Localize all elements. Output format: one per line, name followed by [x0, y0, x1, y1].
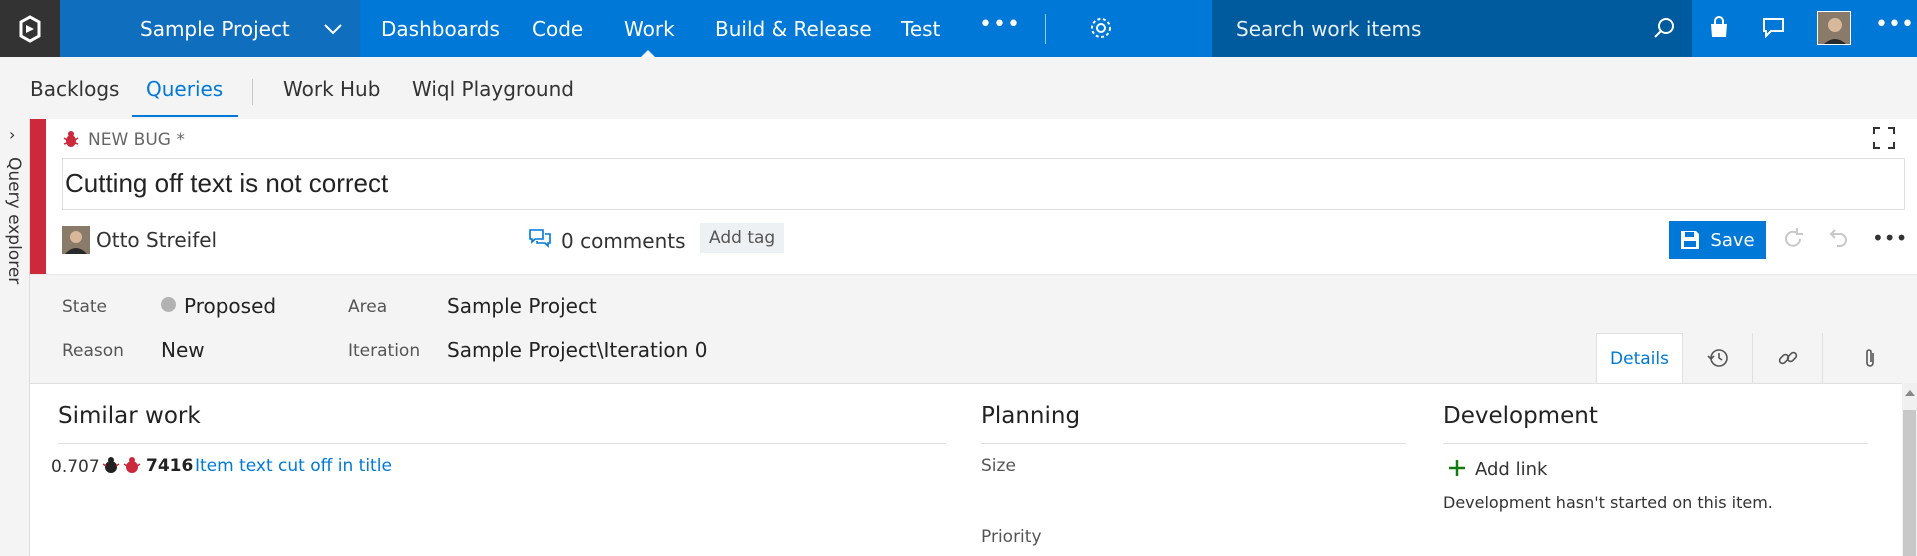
user-avatar[interactable] — [1817, 11, 1851, 45]
save-button[interactable]: Save — [1669, 221, 1766, 259]
maximize-icon[interactable] — [1872, 126, 1896, 154]
nav-code[interactable]: Code — [532, 17, 583, 41]
history-icon — [1706, 349, 1728, 367]
search-box[interactable]: Search work items — [1212, 0, 1692, 57]
similar-work-rule — [58, 443, 946, 444]
tab-work-hub[interactable]: Work Hub — [283, 77, 380, 101]
nav-dashboards[interactable]: Dashboards — [381, 17, 500, 41]
plus-icon[interactable] — [1447, 458, 1467, 482]
more-nav-icon[interactable]: ••• — [979, 12, 1021, 37]
assignee-name[interactable]: Otto Streifel — [96, 228, 217, 252]
area-label: Area — [348, 297, 388, 317]
similar-item-link[interactable]: Item text cut off in title — [195, 456, 392, 476]
tab-queries[interactable]: Queries — [146, 77, 223, 101]
more-icon[interactable]: ••• — [1875, 12, 1914, 37]
vsts-logo-icon[interactable] — [0, 0, 60, 57]
priority-label: Priority — [981, 527, 1042, 547]
development-title: Development — [1443, 403, 1598, 429]
paperclip-icon — [1866, 349, 1874, 367]
undo-icon[interactable] — [1825, 226, 1851, 256]
save-icon — [1681, 231, 1700, 249]
work-item-tabs: Details — [1596, 333, 1917, 383]
reason-label: Reason — [62, 341, 124, 361]
gear-icon[interactable] — [1089, 16, 1113, 44]
state-label: State — [62, 297, 107, 317]
tab-backlogs[interactable]: Backlogs — [30, 77, 119, 101]
query-explorer-rail[interactable]: › Query explorer — [0, 119, 30, 556]
planning-rule — [981, 443, 1406, 444]
chevron-down-icon[interactable] — [322, 18, 344, 40]
bug-icon — [102, 456, 144, 480]
search-input[interactable]: Search work items — [1236, 17, 1421, 41]
chevron-right-icon[interactable]: › — [9, 125, 15, 144]
bug-icon — [62, 130, 80, 152]
more-actions-icon[interactable]: ••• — [1872, 226, 1907, 250]
planning-title: Planning — [981, 403, 1081, 429]
links-tab[interactable] — [1752, 333, 1822, 383]
development-note: Development hasn't started on this item. — [1443, 493, 1773, 512]
state-field[interactable]: Proposed — [184, 294, 276, 318]
area-field[interactable]: Sample Project — [447, 294, 597, 318]
nav-test[interactable]: Test — [901, 17, 940, 41]
search-icon[interactable] — [1652, 16, 1676, 44]
shopping-bag-icon[interactable] — [1707, 16, 1731, 44]
active-tab-underline — [132, 115, 238, 117]
subnav-divider — [252, 79, 253, 105]
development-rule — [1443, 443, 1868, 444]
attachments-tab[interactable] — [1822, 333, 1917, 383]
active-nav-indicator — [641, 50, 655, 57]
similarity-score: 0.707 — [51, 457, 100, 477]
work-item-type-label: NEW BUG * — [88, 130, 185, 150]
feedback-icon[interactable] — [1761, 16, 1787, 44]
top-navigation-bar: Sample Project Dashboards Code Work Buil… — [0, 0, 1917, 57]
nav-work[interactable]: Work — [624, 17, 675, 41]
hub-navigation: Backlogs Queries Work Hub Wiql Playgroun… — [0, 57, 1917, 119]
tab-details[interactable]: Details — [1596, 333, 1682, 383]
work-item-type-color-bar — [30, 119, 46, 274]
comments-icon[interactable] — [528, 228, 552, 254]
iteration-field[interactable]: Sample Project\Iteration 0 — [447, 338, 707, 362]
save-label: Save — [1710, 229, 1755, 251]
tab-wiql-playground[interactable]: Wiql Playground — [412, 77, 574, 101]
nav-build-release[interactable]: Build & Release — [715, 17, 872, 41]
size-label: Size — [981, 456, 1016, 476]
state-indicator — [161, 297, 176, 312]
project-name[interactable]: Sample Project — [140, 17, 290, 41]
similar-work-title: Similar work — [58, 403, 201, 429]
history-tab[interactable] — [1682, 333, 1752, 383]
scroll-up-arrow-icon[interactable] — [1905, 390, 1915, 396]
scrollbar-thumb[interactable] — [1903, 410, 1916, 556]
reason-field[interactable]: New — [161, 338, 205, 362]
assignee-avatar[interactable] — [62, 226, 90, 254]
query-explorer-label[interactable]: Query explorer — [4, 157, 24, 284]
add-tag-button[interactable]: Add tag — [700, 223, 785, 253]
work-item-title-input[interactable]: Cutting off text is not correct — [62, 158, 1905, 210]
similar-item-id: 7416 — [146, 456, 194, 476]
link-icon — [1778, 351, 1797, 365]
comments-count[interactable]: 0 comments — [561, 229, 686, 253]
nav-divider — [1045, 14, 1046, 44]
add-link-button[interactable]: Add link — [1475, 459, 1547, 480]
refresh-icon[interactable] — [1780, 226, 1806, 256]
iteration-label: Iteration — [348, 341, 421, 361]
